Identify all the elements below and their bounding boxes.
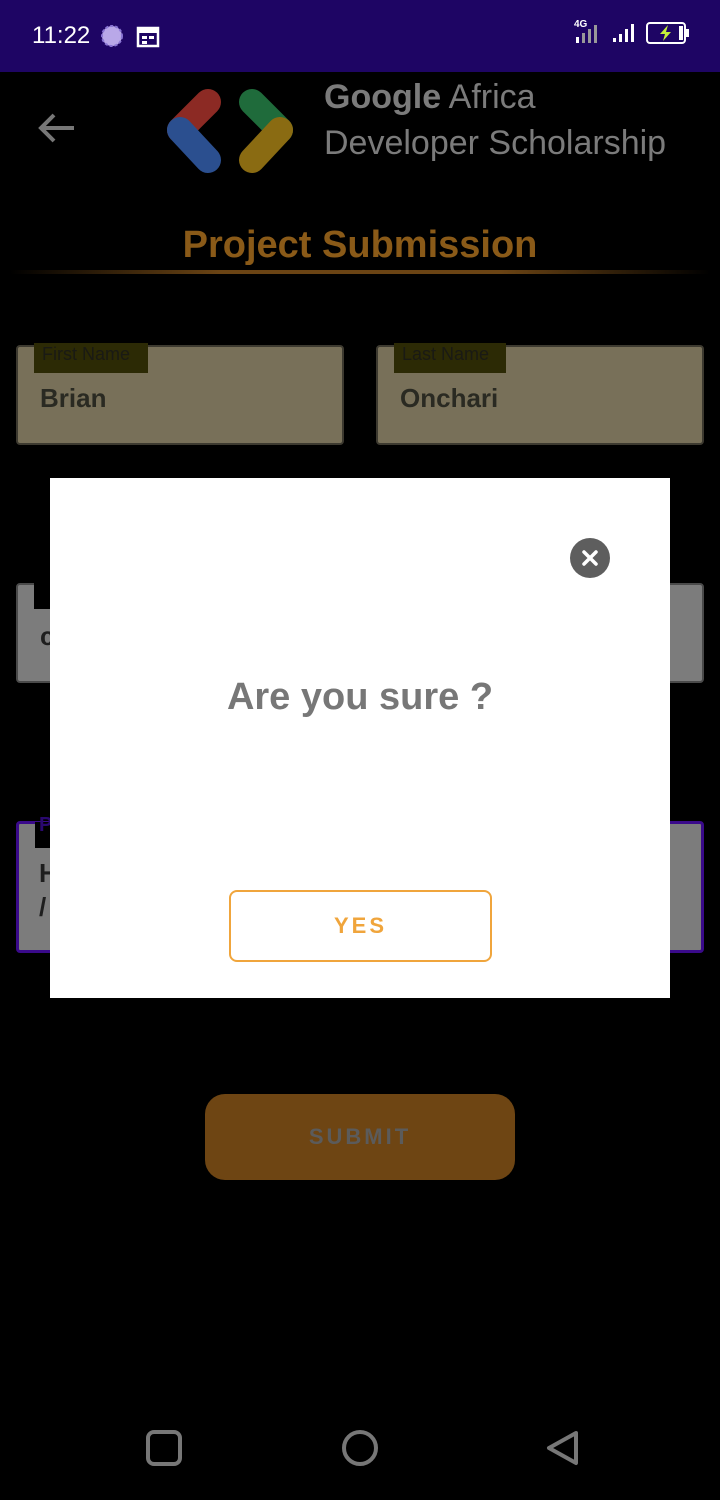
last-name-value: Onchari bbox=[400, 383, 499, 413]
signal-icon bbox=[612, 22, 638, 49]
yes-button[interactable]: YES bbox=[229, 890, 492, 962]
aperture-icon bbox=[100, 24, 124, 53]
last-name-field[interactable]: Last Name Onchari bbox=[376, 343, 704, 445]
dialog-message: Are you sure ? bbox=[226, 676, 494, 718]
brand-name-line1: Google Africa bbox=[324, 78, 536, 117]
submit-button[interactable]: SUBMIT bbox=[205, 1094, 515, 1180]
last-name-label: Last Name bbox=[394, 343, 506, 373]
close-circle-icon[interactable] bbox=[570, 538, 610, 578]
title-divider bbox=[10, 270, 710, 274]
battery-charging-icon bbox=[646, 22, 690, 49]
gads-logo-icon bbox=[160, 82, 300, 187]
first-name-field[interactable]: First Name Brian bbox=[16, 343, 344, 445]
project-link-value-line2: / bbox=[39, 892, 47, 922]
confirm-dialog: Are you sure ? YES bbox=[50, 478, 670, 998]
first-name-value: Brian bbox=[40, 383, 107, 413]
home-circle-icon[interactable] bbox=[342, 1430, 378, 1471]
first-name-label: First Name bbox=[34, 343, 148, 373]
status-time: 11:22 bbox=[32, 22, 91, 49]
signal-4g-icon: 4G bbox=[574, 19, 604, 49]
network-type: 4G bbox=[574, 18, 588, 30]
brand-africa: Africa bbox=[441, 78, 536, 116]
system-nav-bar bbox=[0, 1400, 720, 1500]
status-icons: 4G bbox=[574, 19, 690, 49]
status-bar: 11:22 4G bbox=[0, 0, 720, 72]
calendar-icon bbox=[136, 24, 160, 53]
recents-square-icon[interactable] bbox=[146, 1430, 182, 1471]
brand-name-line2: Developer Scholarship bbox=[324, 124, 667, 162]
brand-google: Google bbox=[324, 78, 442, 116]
page-title: Project Submission bbox=[182, 224, 538, 266]
arrow-left-icon[interactable] bbox=[36, 110, 76, 151]
back-triangle-icon[interactable] bbox=[544, 1430, 580, 1471]
